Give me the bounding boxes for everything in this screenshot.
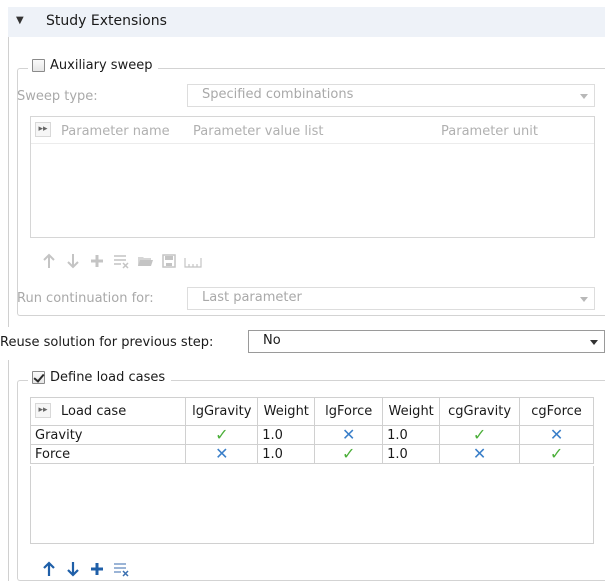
load-cases-toolbar (40, 560, 130, 578)
check-icon: ✓ (472, 424, 487, 444)
delete-rows-icon[interactable] (112, 252, 130, 270)
weight-cell[interactable]: 1.0 (382, 425, 441, 445)
lgforce-cell[interactable]: ✕ (314, 424, 384, 445)
cross-icon: ✕ (342, 424, 356, 444)
collapse-triangle-icon[interactable]: ▼ (16, 15, 24, 26)
move-down-icon[interactable] (64, 560, 82, 578)
check-icon: ✓ (342, 443, 356, 463)
weight-cell[interactable]: 1.0 (257, 425, 316, 445)
reuse-solution-value: No (263, 333, 281, 348)
cgforce-cell[interactable]: ✕ (519, 424, 594, 445)
load-cases-table[interactable]: ▸▸ Load case lgGravity Weight lgForce We… (29, 397, 594, 464)
cross-icon: ✕ (549, 424, 564, 444)
load-cases-legend: Define load cases (28, 370, 172, 385)
cggravity-cell[interactable]: ✓ (439, 424, 521, 445)
chevron-down-icon (590, 340, 598, 345)
auxiliary-sweep-legend: Auxiliary sweep (28, 58, 159, 73)
sweep-type-label: Sweep type: (17, 89, 98, 104)
left-rule (8, 360, 9, 581)
load-cases-header-row: ▸▸ Load case lgGravity Weight lgForce We… (29, 397, 594, 426)
cross-icon: ✕ (215, 443, 229, 463)
sweep-type-select[interactable]: Specified combinations (187, 84, 595, 107)
parameter-table[interactable]: ▸▸ Parameter name Parameter value list P… (30, 116, 595, 238)
column-expand-icon[interactable]: ▸▸ (35, 122, 51, 137)
reuse-solution-select[interactable]: No (248, 330, 605, 353)
parameter-table-header: ▸▸ Parameter name Parameter value list P… (31, 117, 594, 144)
chevron-down-icon (580, 297, 588, 302)
add-icon[interactable] (88, 560, 106, 578)
cggravity-cell[interactable]: ✕ (439, 443, 521, 464)
lggravity-cell[interactable]: ✓ (185, 424, 259, 445)
load-case-name[interactable]: Force (29, 444, 187, 464)
delete-rows-icon[interactable] (112, 560, 130, 578)
col-parameter-unit: Parameter unit (441, 124, 538, 139)
add-icon[interactable] (88, 252, 106, 270)
chevron-down-icon (580, 94, 588, 99)
table-row[interactable]: Force ✕ 1.0 ✓ 1.0 ✕ ✓ (29, 443, 594, 464)
cgforce-cell[interactable]: ✓ (519, 443, 594, 464)
weight-cell[interactable]: 1.0 (382, 444, 441, 464)
load-case-name[interactable]: Gravity (29, 425, 187, 445)
run-continuation-value: Last parameter (202, 290, 302, 305)
col-load-case[interactable]: ▸▸ Load case (29, 397, 187, 426)
run-continuation-label: Run continuation for: (17, 291, 154, 306)
auxiliary-sweep-label: Auxiliary sweep (50, 58, 153, 73)
lgforce-cell[interactable]: ✓ (314, 443, 384, 464)
left-rule (8, 37, 9, 327)
check-icon: ✓ (549, 443, 564, 463)
check-icon: ✓ (215, 424, 229, 444)
lggravity-cell[interactable]: ✕ (185, 443, 259, 464)
col-cggravity[interactable]: cgGravity (439, 397, 521, 426)
col-parameter-name: Parameter name (61, 124, 170, 139)
column-expand-icon[interactable]: ▸▸ (35, 403, 51, 418)
define-load-cases-checkbox[interactable] (32, 371, 45, 384)
weight-cell[interactable]: 1.0 (257, 444, 316, 464)
clear-table-icon[interactable] (184, 252, 202, 270)
load-cases-empty-area[interactable] (30, 466, 594, 544)
col-cgforce[interactable]: cgForce (519, 397, 594, 426)
sweep-type-value: Specified combinations (202, 87, 354, 102)
move-up-icon[interactable] (40, 560, 58, 578)
cross-icon: ✕ (472, 443, 487, 463)
move-down-icon[interactable] (64, 252, 82, 270)
open-folder-icon[interactable] (136, 252, 154, 270)
col-lggravity[interactable]: lgGravity (185, 397, 259, 426)
move-up-icon[interactable] (40, 252, 58, 270)
define-load-cases-label: Define load cases (50, 370, 166, 385)
col-weight-1[interactable]: Weight (257, 397, 316, 426)
auxiliary-sweep-checkbox[interactable] (32, 59, 45, 72)
col-parameter-value-list: Parameter value list (193, 124, 324, 139)
save-icon[interactable] (160, 252, 178, 270)
parameter-toolbar (40, 252, 202, 270)
col-lgforce[interactable]: lgForce (314, 397, 384, 426)
reuse-solution-label: Reuse solution for previous step: (0, 335, 214, 350)
section-title: Study Extensions (46, 13, 167, 29)
run-continuation-select[interactable]: Last parameter (187, 287, 595, 310)
study-extensions-header[interactable]: ▼ Study Extensions (8, 7, 605, 37)
table-row[interactable]: Gravity ✓ 1.0 ✕ 1.0 ✓ ✕ (29, 424, 594, 445)
col-weight-2[interactable]: Weight (382, 397, 441, 426)
